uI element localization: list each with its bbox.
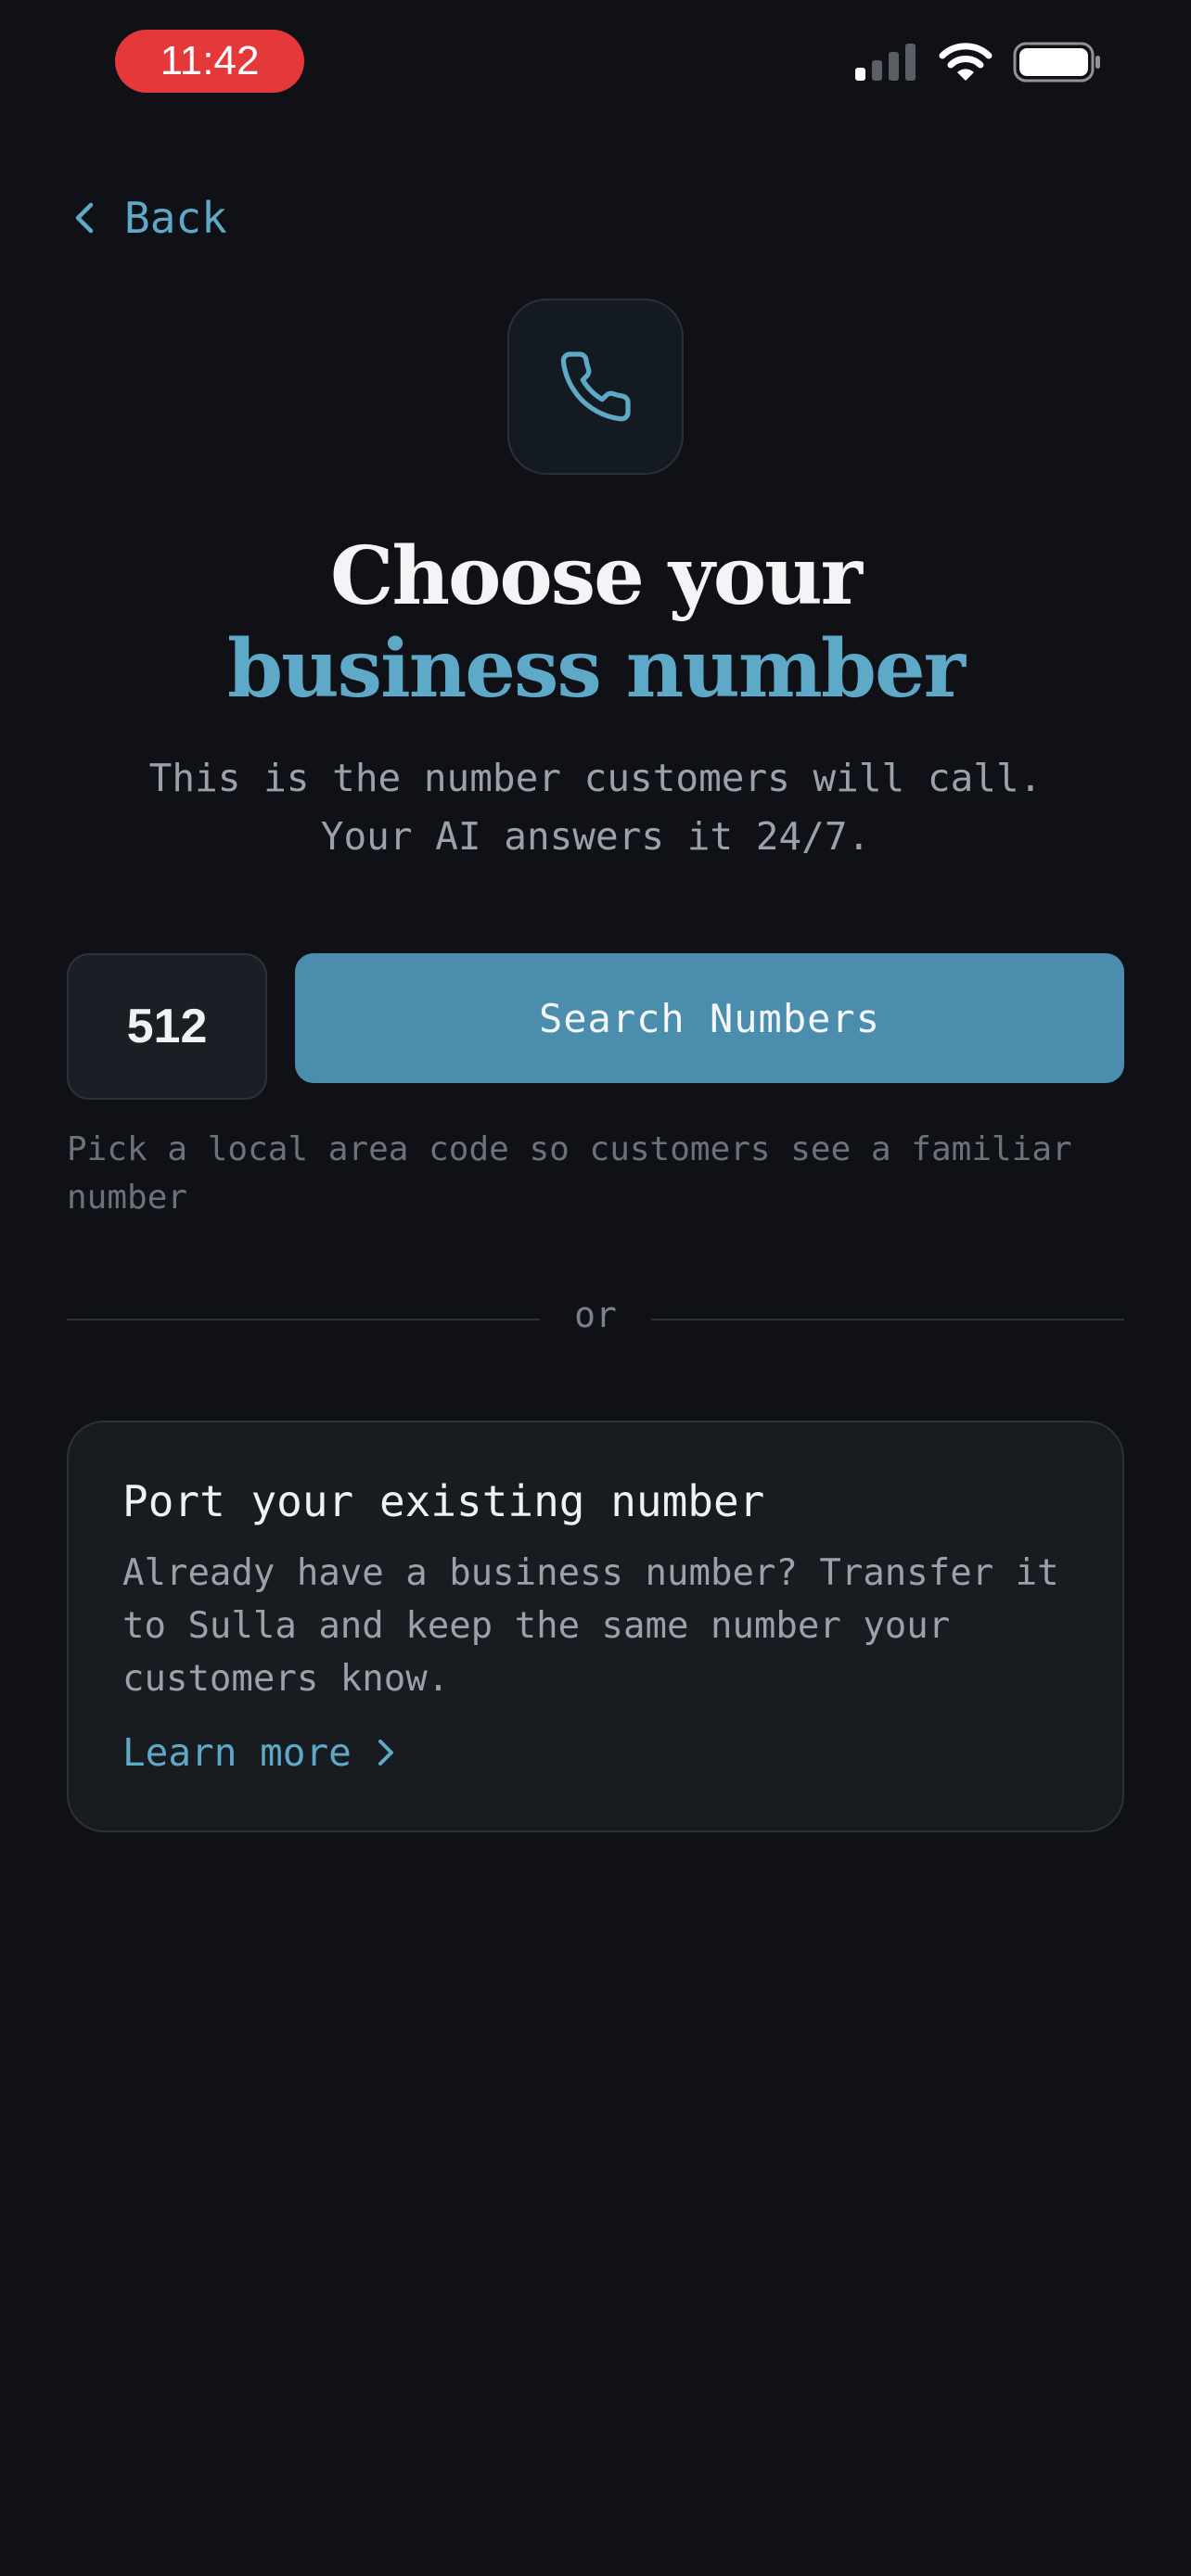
phone-icon-tile [507, 299, 684, 475]
phone-icon [560, 351, 631, 422]
port-card-description: Already have a business number? Transfer… [122, 1552, 1059, 1700]
chevron-left-icon [75, 202, 94, 234]
learn-more-label: Learn more [122, 1730, 352, 1775]
status-icons [853, 41, 1102, 83]
area-code-input[interactable]: 512 [67, 953, 267, 1100]
page-title-line1: Choose your [330, 529, 863, 623]
port-card-title: Port your existing number [122, 1476, 765, 1526]
wifi-icon [939, 43, 992, 81]
divider-right [651, 1319, 1124, 1320]
page-title-line2: business number [227, 622, 966, 716]
divider-left [67, 1319, 540, 1320]
learn-more-link[interactable]: Learn more [122, 1730, 396, 1775]
subtitle-line1: This is the number customers will call. [148, 756, 1043, 800]
area-code-hint: Pick a local area code so customers see … [67, 1130, 1072, 1217]
search-numbers-button[interactable]: Search Numbers [295, 953, 1124, 1083]
port-number-card: Port your existing number Already have a… [67, 1421, 1124, 1832]
signal-icon [855, 44, 916, 81]
back-label: Back [124, 193, 227, 243]
battery-icon [1013, 42, 1100, 83]
chevron-right-icon [378, 1740, 393, 1766]
status-time: 11:42 [115, 30, 304, 93]
back-button[interactable]: Back [72, 193, 227, 243]
divider-label: or [574, 1294, 617, 1335]
subtitle-line2: Your AI answers it 24/7. [320, 814, 871, 859]
